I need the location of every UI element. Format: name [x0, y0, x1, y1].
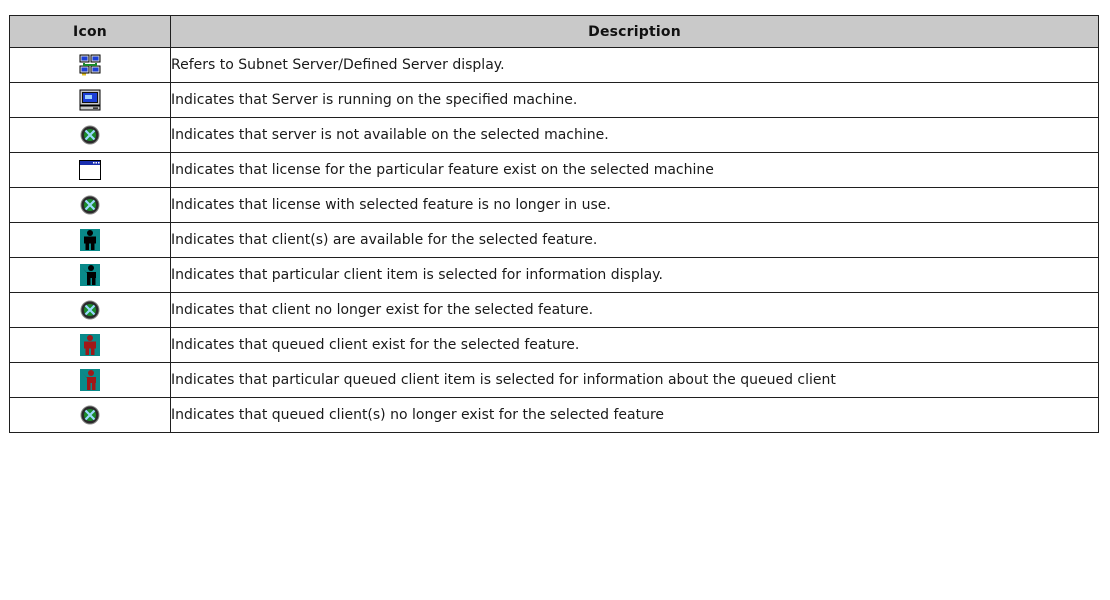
subnet-server-icon [79, 54, 101, 76]
row-description: Indicates that queued client(s) no longe… [170, 397, 1099, 433]
unavailable-globe-icon [80, 125, 100, 145]
license-window-icon [79, 160, 101, 180]
table-row: Indicates that particular queued client … [9, 362, 1099, 398]
row-description: Indicates that queued client exist for t… [170, 327, 1099, 363]
row-description: Indicates that license for the particula… [170, 152, 1099, 188]
server-running-icon [79, 89, 101, 111]
table-row: Indicates that server is not available o… [9, 117, 1099, 153]
table-row: Indicates that particular client item is… [9, 257, 1099, 293]
row-description: Indicates that server is not available o… [170, 117, 1099, 153]
row-description: Indicates that client no longer exist fo… [170, 292, 1099, 328]
queued-client-selected-icon [80, 369, 100, 391]
table-row: Indicates that license for the particula… [9, 152, 1099, 188]
unavailable-globe-icon [80, 405, 100, 425]
row-description: Indicates that license with selected fea… [170, 187, 1099, 223]
row-description: Indicates that Server is running on the … [170, 82, 1099, 118]
row-description: Refers to Subnet Server/Defined Server d… [170, 47, 1099, 83]
client-selected-icon [80, 264, 100, 286]
table-row: Refers to Subnet Server/Defined Server d… [9, 47, 1099, 83]
icon-legend-table: Icon Description Refers to Subnet Server… [9, 15, 1099, 433]
header-row: Icon Description [9, 15, 1099, 48]
table-row: Indicates that client(s) are available f… [9, 222, 1099, 258]
table-row: Indicates that queued client(s) no longe… [9, 397, 1099, 433]
client-icon [80, 229, 100, 251]
unavailable-globe-icon [80, 195, 100, 215]
unavailable-globe-icon [80, 300, 100, 320]
table-row: Indicates that client no longer exist fo… [9, 292, 1099, 328]
table-row: Indicates that Server is running on the … [9, 82, 1099, 118]
table-row: Indicates that license with selected fea… [9, 187, 1099, 223]
description-column-header: Description [170, 15, 1099, 48]
row-description: Indicates that particular client item is… [170, 257, 1099, 293]
queued-client-icon [80, 334, 100, 356]
row-description: Indicates that particular queued client … [170, 362, 1099, 398]
table-row: Indicates that queued client exist for t… [9, 327, 1099, 363]
row-description: Indicates that client(s) are available f… [170, 222, 1099, 258]
icon-column-header: Icon [9, 15, 171, 48]
